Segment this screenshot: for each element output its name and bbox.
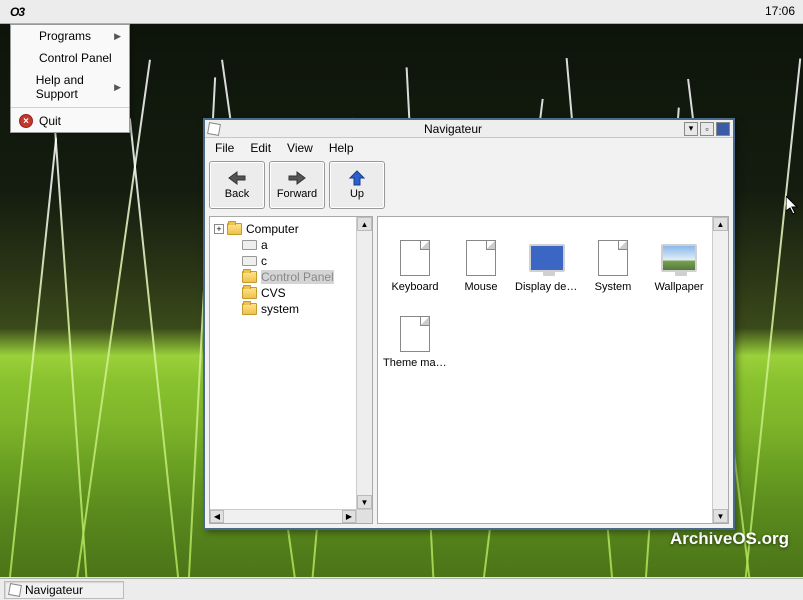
top-panel: O3 17:06 bbox=[0, 0, 803, 24]
scroll-down-icon[interactable]: ▼ bbox=[357, 495, 372, 509]
arrow-left-icon bbox=[227, 170, 247, 186]
menu-control-panel[interactable]: Control Panel bbox=[11, 47, 129, 69]
toolbar: Back Forward Up bbox=[205, 158, 733, 212]
expand-toggle[interactable]: + bbox=[214, 224, 224, 234]
maximize-button[interactable]: ▫ bbox=[700, 122, 714, 136]
scroll-up-icon[interactable]: ▲ bbox=[357, 217, 372, 231]
item-mouse[interactable]: Mouse bbox=[448, 239, 514, 307]
wallpaper-decor bbox=[52, 98, 90, 577]
scroll-left-icon[interactable]: ◀ bbox=[210, 510, 224, 523]
drive-icon bbox=[242, 240, 257, 250]
item-keyboard[interactable]: Keyboard bbox=[382, 239, 448, 307]
arrow-right-icon bbox=[287, 170, 307, 186]
tree-node-drive-a[interactable]: a bbox=[242, 237, 352, 253]
monitor-icon bbox=[529, 244, 565, 272]
icon-view[interactable]: Keyboard Mouse Display device System Wal… bbox=[377, 216, 729, 524]
up-button[interactable]: Up bbox=[329, 161, 385, 209]
menu-quit[interactable]: ×Quit bbox=[11, 110, 129, 132]
menu-separator bbox=[11, 107, 129, 108]
tree-node-cvs[interactable]: CVS bbox=[242, 285, 352, 301]
menu-programs[interactable]: Programs▶ bbox=[11, 25, 129, 47]
drive-icon bbox=[242, 256, 257, 266]
forward-button[interactable]: Forward bbox=[269, 161, 325, 209]
taskbar: Navigateur bbox=[0, 578, 803, 600]
watermark: ArchiveOS.org bbox=[670, 529, 789, 549]
folder-tree[interactable]: + Computer a c Control Panel CVS system bbox=[210, 217, 356, 509]
folder-icon bbox=[227, 223, 242, 235]
file-icon bbox=[400, 316, 430, 352]
menu-edit[interactable]: Edit bbox=[244, 139, 277, 157]
wallpaper-decor bbox=[71, 60, 151, 577]
back-button[interactable]: Back bbox=[209, 161, 265, 209]
folder-icon bbox=[242, 271, 257, 283]
file-icon bbox=[598, 240, 628, 276]
scrollbar-track[interactable] bbox=[713, 231, 728, 509]
close-button[interactable] bbox=[716, 122, 730, 136]
window-title: Navigateur bbox=[224, 122, 682, 136]
item-system[interactable]: System bbox=[580, 239, 646, 307]
wallpaper-decor bbox=[5, 138, 57, 577]
chevron-right-icon: ▶ bbox=[114, 31, 121, 42]
tree-vertical-scrollbar[interactable]: ▲ ▼ bbox=[356, 217, 372, 509]
titlebar[interactable]: Navigateur ▾ ▫ bbox=[205, 120, 733, 138]
scroll-down-icon[interactable]: ▼ bbox=[713, 509, 728, 523]
file-icon bbox=[400, 240, 430, 276]
mouse-cursor-icon bbox=[786, 196, 800, 216]
folder-icon bbox=[242, 303, 257, 315]
item-display-device[interactable]: Display device bbox=[514, 239, 580, 307]
file-icon bbox=[466, 240, 496, 276]
scrollbar-track[interactable] bbox=[224, 510, 342, 523]
tree-node-drive-c[interactable]: c bbox=[242, 253, 352, 269]
folder-icon bbox=[242, 287, 257, 299]
scroll-right-icon[interactable]: ▶ bbox=[342, 510, 356, 523]
tree-node-control-panel[interactable]: Control Panel bbox=[242, 269, 352, 285]
quit-icon: × bbox=[19, 114, 33, 128]
item-theme-manager[interactable]: Theme man... bbox=[382, 315, 448, 383]
scroll-up-icon[interactable]: ▲ bbox=[713, 217, 728, 231]
menu-help-support[interactable]: Help and Support▶ bbox=[11, 69, 129, 105]
item-wallpaper[interactable]: Wallpaper bbox=[646, 239, 712, 307]
task-button-navigateur[interactable]: Navigateur bbox=[4, 581, 124, 599]
menubar: File Edit View Help bbox=[205, 138, 733, 158]
menu-view[interactable]: View bbox=[281, 139, 319, 157]
os-menu-button[interactable]: O3 bbox=[6, 3, 28, 20]
iconview-vertical-scrollbar[interactable]: ▲ ▼ bbox=[712, 217, 728, 523]
desktop[interactable]: Programs▶ Control Panel Help and Support… bbox=[0, 24, 803, 577]
tree-horizontal-scrollbar[interactable]: ◀ ▶ bbox=[210, 509, 372, 523]
wallpaper-icon bbox=[661, 244, 697, 272]
tree-node-computer[interactable]: + Computer bbox=[214, 221, 352, 237]
wallpaper-decor bbox=[741, 58, 802, 577]
start-menu: Programs▶ Control Panel Help and Support… bbox=[10, 24, 130, 133]
app-icon bbox=[207, 122, 221, 136]
arrow-up-icon bbox=[347, 170, 367, 186]
wallpaper-decor bbox=[129, 118, 183, 577]
tree-node-system[interactable]: system bbox=[242, 301, 352, 317]
minimize-button[interactable]: ▾ bbox=[684, 122, 698, 136]
file-manager-window: Navigateur ▾ ▫ File Edit View Help Back … bbox=[203, 118, 735, 530]
chevron-right-icon: ▶ bbox=[114, 82, 121, 93]
folder-tree-pane: + Computer a c Control Panel CVS system bbox=[209, 216, 373, 524]
clock: 17:06 bbox=[765, 4, 795, 18]
menu-help[interactable]: Help bbox=[323, 139, 360, 157]
app-icon bbox=[8, 583, 22, 597]
menu-file[interactable]: File bbox=[209, 139, 240, 157]
